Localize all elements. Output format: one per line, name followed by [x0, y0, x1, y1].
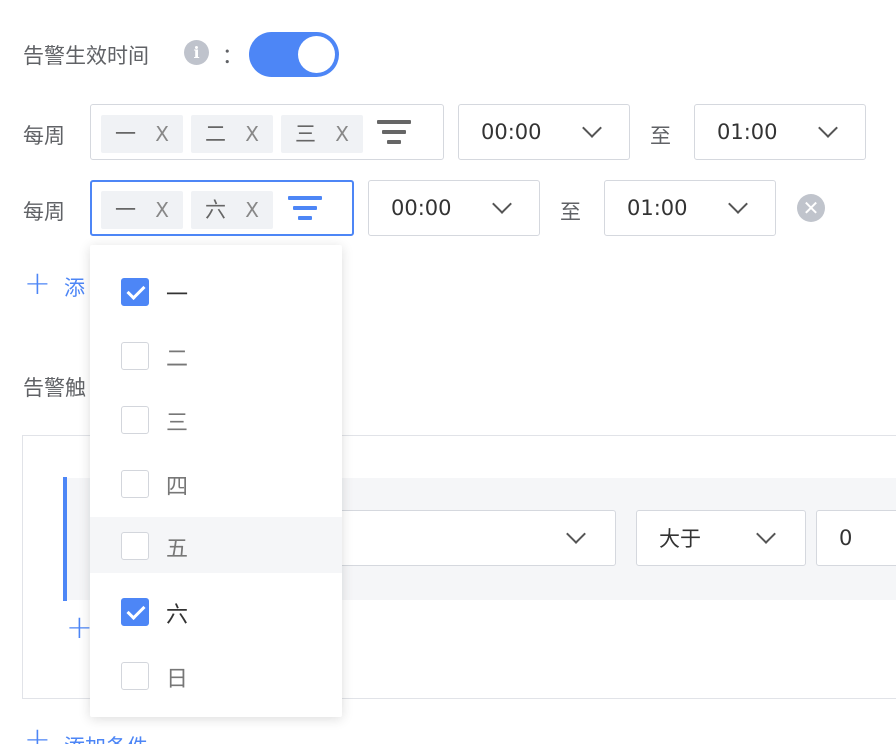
add-time-link[interactable]: 添	[64, 272, 85, 302]
tag-remove-icon[interactable]: X	[155, 115, 169, 153]
weekday-option[interactable]: 日	[90, 647, 342, 703]
checkbox[interactable]	[121, 278, 149, 306]
checkbox[interactable]	[121, 532, 149, 560]
weekday-option[interactable]: 五	[90, 517, 342, 573]
filter-icon[interactable]	[377, 120, 411, 146]
row1-tag-mon: 一X	[101, 115, 183, 153]
row2-end-time-select[interactable]: 01:00	[604, 180, 776, 236]
row2-start-time: 00:00	[391, 196, 452, 220]
plus-icon[interactable]: +	[24, 720, 51, 744]
operator-value: 大于	[659, 527, 701, 551]
info-icon[interactable]: i	[184, 40, 209, 65]
chevron-down-icon	[756, 524, 776, 544]
row1-start-time: 00:00	[481, 120, 542, 144]
row1-tag-tue: 二X	[191, 115, 273, 153]
row2-tag-sat: 六X	[191, 191, 273, 229]
operator-select[interactable]: 大于	[636, 510, 806, 566]
weekday-option[interactable]: 一	[90, 263, 342, 319]
checkbox[interactable]	[121, 406, 149, 434]
chevron-down-icon	[566, 524, 586, 544]
chevron-down-icon	[492, 194, 512, 214]
chevron-down-icon	[818, 118, 838, 138]
chevron-down-icon	[728, 194, 748, 214]
effective-time-toggle[interactable]	[249, 32, 339, 77]
weekday-option[interactable]: 四	[90, 455, 342, 511]
tag-remove-icon[interactable]: X	[155, 191, 169, 229]
trigger-condition-label: 告警触	[23, 376, 86, 400]
chevron-down-icon	[582, 118, 602, 138]
tag-remove-icon[interactable]: X	[335, 115, 349, 153]
threshold-input[interactable]: 0	[816, 510, 896, 566]
row1-end-time: 01:00	[717, 120, 778, 144]
add-condition-link[interactable]: 添加条件	[64, 731, 148, 744]
threshold-value: 0	[839, 526, 853, 550]
add-subcondition-icon[interactable]: +	[66, 608, 93, 646]
checkbox[interactable]	[121, 470, 149, 498]
checkbox[interactable]	[121, 342, 149, 370]
metric-select[interactable]	[300, 510, 616, 566]
row2-to-label: 至	[560, 200, 581, 224]
weekday-dropdown: 一 二 三 四 五 六 日	[90, 245, 342, 717]
row2-weekday-select[interactable]: 一X 六X	[90, 180, 354, 236]
row2-start-time-select[interactable]: 00:00	[368, 180, 540, 236]
toggle-knob	[298, 36, 335, 73]
checkbox[interactable]	[121, 598, 149, 626]
plus-icon[interactable]: +	[24, 264, 51, 302]
row2-weekly-label: 每周	[23, 200, 65, 224]
effective-time-label: 告警生效时间	[23, 44, 149, 68]
checkbox[interactable]	[121, 662, 149, 690]
weekday-option[interactable]: 六	[90, 583, 342, 639]
condition-accent-bar	[63, 477, 67, 601]
tag-remove-icon[interactable]: X	[245, 115, 259, 153]
filter-icon[interactable]	[288, 196, 322, 222]
row1-end-time-select[interactable]: 01:00	[694, 104, 866, 160]
row2-end-time: 01:00	[627, 196, 688, 220]
remove-row-icon[interactable]: ✕	[797, 194, 825, 222]
tag-remove-icon[interactable]: X	[245, 191, 259, 229]
row2-tag-mon: 一X	[101, 191, 183, 229]
row1-tag-wed: 三X	[281, 115, 363, 153]
row1-to-label: 至	[650, 124, 671, 148]
row1-weekday-select[interactable]: 一X 二X 三X	[90, 104, 444, 160]
weekday-option[interactable]: 三	[90, 391, 342, 447]
weekday-option[interactable]: 二	[90, 327, 342, 383]
row1-weekly-label: 每周	[23, 124, 65, 148]
colon-label: ：	[222, 44, 243, 68]
row1-start-time-select[interactable]: 00:00	[458, 104, 630, 160]
